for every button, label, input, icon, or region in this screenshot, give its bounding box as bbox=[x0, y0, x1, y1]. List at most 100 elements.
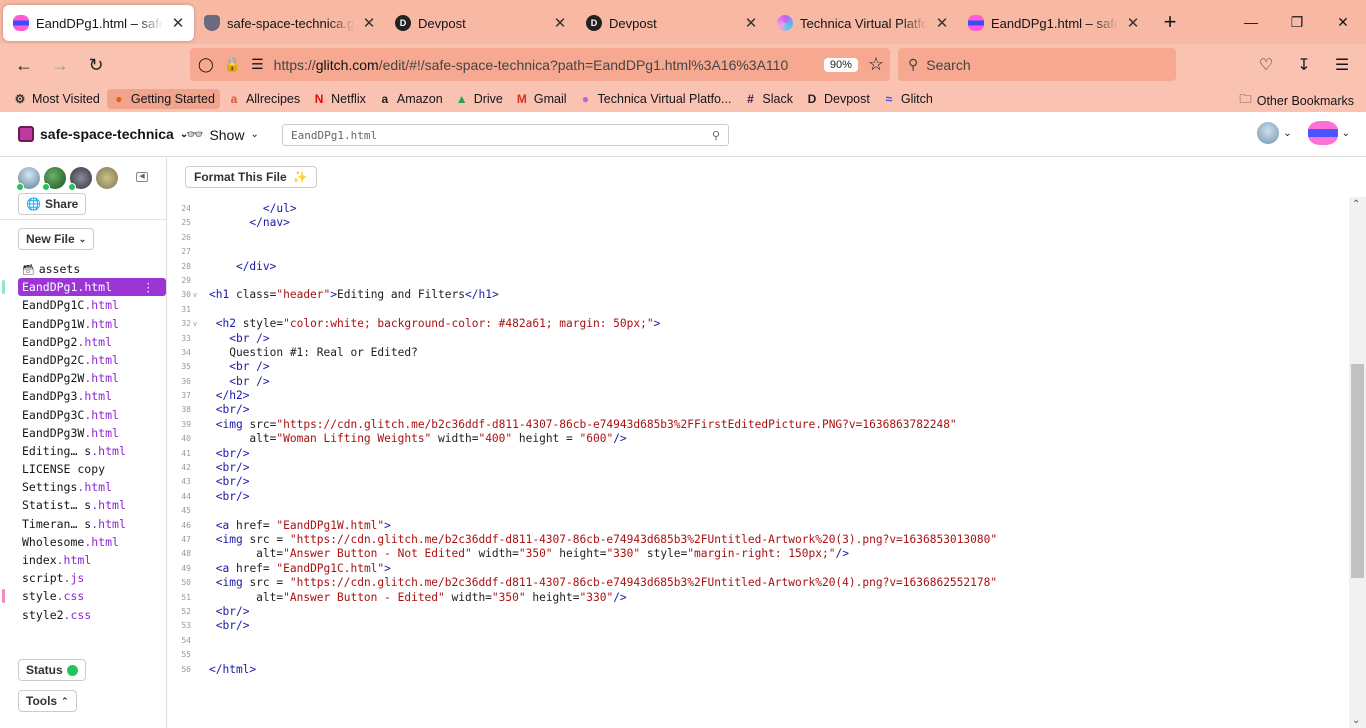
fold-chevron-icon[interactable] bbox=[193, 260, 209, 274]
format-file-button[interactable]: Format This File ✨ bbox=[185, 166, 317, 188]
show-button[interactable]: 👓 Show ⌄ bbox=[186, 126, 259, 143]
code-line[interactable]: 31 bbox=[167, 303, 1347, 317]
code-line[interactable]: 27 bbox=[167, 245, 1347, 259]
lock-icon[interactable]: 🔒 bbox=[224, 56, 241, 73]
fold-chevron-icon[interactable] bbox=[193, 605, 209, 619]
menu-icon[interactable]: ☰ bbox=[1324, 49, 1360, 81]
collapse-sidebar-icon[interactable]: ◀ bbox=[136, 172, 148, 182]
fold-chevron-icon[interactable] bbox=[193, 562, 209, 576]
close-tab-icon[interactable]: ✕ bbox=[743, 14, 759, 32]
browser-tab[interactable]: safe-space-technica.glitch.me ✕ bbox=[194, 5, 385, 41]
file-search-input[interactable]: EandDPg1.html ⚲ bbox=[282, 124, 729, 146]
fold-chevron-icon[interactable] bbox=[193, 216, 209, 230]
fold-chevron-icon[interactable] bbox=[193, 519, 209, 533]
file-item[interactable]: style2.css bbox=[18, 606, 166, 624]
code-line[interactable]: 43 <br/> bbox=[167, 475, 1347, 489]
avatar[interactable] bbox=[42, 167, 66, 191]
code-line[interactable]: 33 <br /> bbox=[167, 332, 1347, 346]
code-line[interactable]: 47 <img src = "https://cdn.glitch.me/b2c… bbox=[167, 533, 1347, 547]
status-button[interactable]: Status bbox=[18, 659, 86, 681]
file-item[interactable]: 🗃 assets bbox=[18, 260, 166, 278]
code-line[interactable]: 44 <br/> bbox=[167, 490, 1347, 504]
code-lines[interactable]: 24 </ul> 25 </nav> 26 27 28 </div> 29 30 v <h1 c… bbox=[167, 202, 1347, 677]
bookmark-item[interactable]: M Gmail bbox=[510, 89, 572, 109]
code-line[interactable]: 53 <br/> bbox=[167, 619, 1347, 633]
back-icon[interactable]: ← bbox=[6, 49, 42, 81]
avatar[interactable] bbox=[68, 167, 92, 191]
code-line[interactable]: 30 v <h1 class="header">Editing and Filter… bbox=[167, 288, 1347, 302]
file-item[interactable]: Statist… s.html bbox=[18, 496, 166, 514]
minimize-icon[interactable]: — bbox=[1228, 0, 1274, 44]
file-item[interactable]: EandDPg3W.html bbox=[18, 424, 166, 442]
avatar[interactable] bbox=[96, 167, 118, 189]
fold-chevron-icon[interactable] bbox=[193, 346, 209, 360]
code-line[interactable]: 42 <br/> bbox=[167, 461, 1347, 475]
file-item[interactable]: EandDPg1.html ⋮ bbox=[2, 278, 166, 297]
kebab-menu-icon[interactable]: ⋮ bbox=[143, 278, 155, 296]
fold-chevron-icon[interactable] bbox=[193, 504, 209, 518]
fold-chevron-icon[interactable] bbox=[193, 245, 209, 259]
pocket-icon[interactable]: ♡ bbox=[1248, 49, 1284, 81]
bookmark-item[interactable]: D Devpost bbox=[800, 89, 875, 109]
close-tab-icon[interactable]: ✕ bbox=[934, 14, 950, 32]
share-button[interactable]: 🌐 Share bbox=[18, 193, 87, 215]
fold-chevron-icon[interactable]: v bbox=[193, 317, 209, 331]
code-line[interactable]: 28 </div> bbox=[167, 260, 1347, 274]
file-item[interactable]: EandDPg3C.html bbox=[18, 406, 166, 424]
code-editor[interactable]: Format This File ✨ 24 </ul> 25 </nav> 26 27… bbox=[167, 157, 1366, 728]
bookmark-item[interactable]: a Amazon bbox=[373, 89, 448, 109]
bookmark-item[interactable]: ● Technica Virtual Platfo... bbox=[574, 89, 737, 109]
close-tab-icon[interactable]: ✕ bbox=[361, 14, 377, 32]
scroll-up-icon[interactable]: ⌃ bbox=[1352, 199, 1360, 210]
code-line[interactable]: 38 <br/> bbox=[167, 403, 1347, 417]
fold-chevron-icon[interactable] bbox=[193, 231, 209, 245]
bookmark-item[interactable]: ≈ Glitch bbox=[877, 89, 938, 109]
code-line[interactable]: 50 <img src = "https://cdn.glitch.me/b2c… bbox=[167, 576, 1347, 590]
code-line[interactable]: 26 bbox=[167, 231, 1347, 245]
fold-chevron-icon[interactable] bbox=[193, 490, 209, 504]
file-item[interactable]: EandDPg2C.html bbox=[18, 351, 166, 369]
fold-chevron-icon[interactable] bbox=[193, 547, 209, 561]
fold-chevron-icon[interactable] bbox=[193, 403, 209, 417]
code-line[interactable]: 55 bbox=[167, 648, 1347, 662]
code-line[interactable]: 49 <a href= "EandDPg1C.html"> bbox=[167, 562, 1347, 576]
bookmark-item[interactable]: ⚙ Most Visited bbox=[8, 89, 105, 109]
code-line[interactable]: 54 bbox=[167, 634, 1347, 648]
bookmark-item[interactable]: ● Getting Started bbox=[106, 89, 220, 109]
avatar[interactable] bbox=[16, 167, 40, 191]
code-line[interactable]: 48 alt="Answer Button - Not Edited" widt… bbox=[167, 547, 1347, 561]
fold-chevron-icon[interactable]: v bbox=[193, 288, 209, 302]
file-item[interactable]: EandDPg2W.html bbox=[18, 369, 166, 387]
fold-chevron-icon[interactable] bbox=[193, 475, 209, 489]
file-item[interactable]: script.js bbox=[18, 569, 166, 587]
file-item[interactable]: index.html bbox=[18, 551, 166, 569]
code-line[interactable]: 41 <br/> bbox=[167, 447, 1347, 461]
glitch-menu[interactable]: ⌄ bbox=[1307, 121, 1350, 145]
code-line[interactable]: 25 </nav> bbox=[167, 216, 1347, 230]
zoom-level[interactable]: 90% bbox=[823, 57, 858, 72]
fold-chevron-icon[interactable] bbox=[193, 418, 209, 432]
downloads-icon[interactable]: ↧ bbox=[1286, 49, 1322, 81]
code-line[interactable]: 51 alt="Answer Button - Edited" width="3… bbox=[167, 591, 1347, 605]
file-item[interactable]: EandDPg3.html bbox=[18, 387, 166, 405]
file-item[interactable]: EandDPg1W.html bbox=[18, 315, 166, 333]
code-line[interactable]: 36 <br /> bbox=[167, 375, 1347, 389]
browser-tab[interactable]: EandDPg1.html – safe-space ✕ bbox=[3, 5, 194, 41]
fold-chevron-icon[interactable] bbox=[193, 432, 209, 446]
code-line[interactable]: 32 v <h2 style="color:white; background-c… bbox=[167, 317, 1347, 331]
fold-chevron-icon[interactable] bbox=[193, 591, 209, 605]
code-line[interactable]: 40 alt="Woman Lifting Weights" width="40… bbox=[167, 432, 1347, 446]
browser-tab[interactable]: Technica Virtual Platform ✕ bbox=[767, 5, 958, 41]
fold-chevron-icon[interactable] bbox=[193, 375, 209, 389]
file-item[interactable]: style.css bbox=[2, 587, 166, 605]
user-menu[interactable]: ⌄ bbox=[1257, 122, 1292, 144]
search-bar[interactable]: ⚲ Search bbox=[898, 48, 1176, 81]
fold-chevron-icon[interactable] bbox=[193, 389, 209, 403]
fold-chevron-icon[interactable] bbox=[193, 447, 209, 461]
code-line[interactable]: 34 Question #1: Real or Edited? bbox=[167, 346, 1347, 360]
fold-chevron-icon[interactable] bbox=[193, 533, 209, 547]
permissions-icon[interactable]: ☰ bbox=[251, 56, 264, 73]
scroll-down-icon[interactable]: ⌄ bbox=[1352, 715, 1360, 726]
fold-chevron-icon[interactable] bbox=[193, 274, 209, 288]
code-line[interactable]: 52 <br/> bbox=[167, 605, 1347, 619]
